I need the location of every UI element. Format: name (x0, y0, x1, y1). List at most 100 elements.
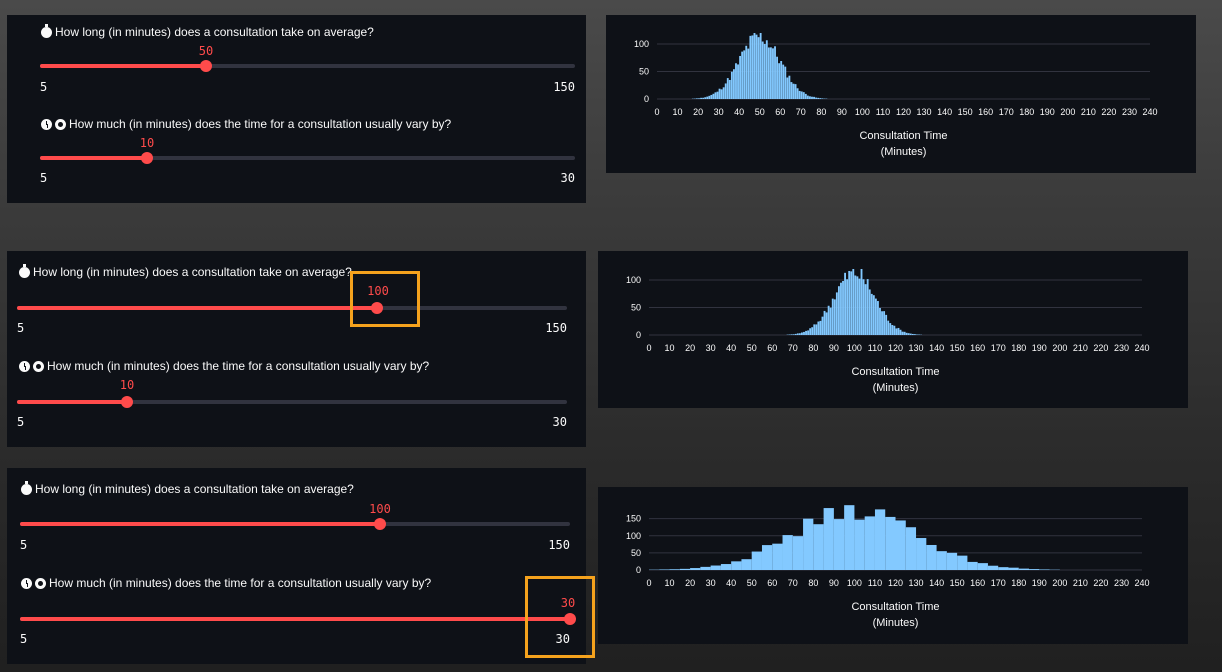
mean-slider-value: 50 (198, 44, 214, 58)
histogram-bar (916, 334, 918, 335)
mean-slider[interactable] (17, 302, 567, 314)
histogram-bar (796, 333, 799, 335)
histogram-bar (909, 333, 912, 335)
histogram-bar (817, 97, 820, 99)
mean-slider-max: 150 (548, 538, 570, 552)
histogram-bar (761, 41, 764, 99)
y-tick-label: 100 (634, 39, 649, 49)
x-tick-label: 110 (876, 107, 890, 117)
variation-slider-value: 10 (119, 378, 135, 392)
histogram-bar (901, 331, 904, 335)
x-tick-label: 60 (767, 343, 777, 353)
mean-slider-thumb[interactable] (199, 60, 212, 72)
histogram-bar (897, 327, 900, 335)
histogram-bar (1029, 569, 1040, 570)
histogram-bar (864, 516, 875, 570)
histogram-bar (905, 527, 917, 570)
histogram-bar (811, 327, 814, 335)
x-axis-unit: (Minutes) (881, 146, 927, 158)
histogram-bar (739, 55, 742, 99)
x-tick-label: 190 (1040, 107, 1055, 117)
x-tick-label: 90 (829, 578, 839, 588)
mean-slider-max: 150 (545, 321, 567, 335)
y-tick-label: 0 (636, 330, 641, 340)
histogram-bar (731, 561, 742, 570)
x-tick-label: 170 (991, 343, 1006, 353)
x-tick-label: 130 (909, 343, 924, 353)
x-tick-label: 50 (755, 107, 765, 117)
histogram-chart-2: 0 50 100 0 10 20 30 40 50 60 70 80 90 100 110 120 130 140… (626, 269, 1150, 394)
controls-panel-3: How long (in minutes) does a consultatio… (7, 468, 586, 664)
histogram-bar (659, 569, 670, 570)
histogram-bar (842, 281, 844, 335)
x-tick-label: 120 (888, 343, 903, 353)
x-tick-label: 180 (1011, 343, 1026, 353)
x-tick-label: 240 (1134, 343, 1149, 353)
variation-slider[interactable] (17, 396, 567, 408)
x-tick-label: 10 (665, 578, 675, 588)
x-tick-label: 40 (726, 578, 736, 588)
histogram-bar (755, 34, 758, 99)
x-tick-label: 100 (855, 107, 870, 117)
histogram-bar (852, 269, 855, 335)
histogram-bar (879, 307, 881, 335)
histogram-bar (903, 331, 906, 335)
x-axis-unit: (Minutes) (873, 617, 919, 629)
x-axis-label: Consultation Time (851, 366, 939, 378)
controls-panel-2: How long (in minutes) does a consultatio… (7, 251, 586, 447)
histogram-bar (786, 77, 789, 99)
x-tick-label: 90 (829, 343, 839, 353)
variation-slider-max: 30 (552, 415, 567, 429)
mean-slider[interactable] (40, 60, 575, 72)
histogram-bar (794, 333, 797, 335)
x-tick-label: 40 (726, 343, 736, 353)
y-tick-label: 100 (626, 275, 641, 285)
histogram-panel-2: 0 50 100 0 10 20 30 40 50 60 70 80 90 100 110 120 130 140… (598, 251, 1188, 408)
histogram-bar (767, 47, 770, 99)
y-tick-label: 50 (631, 303, 641, 313)
histogram-bar (926, 544, 937, 570)
histogram-bar (885, 314, 888, 335)
histogram-bar (819, 98, 822, 99)
y-tick-label: 150 (626, 514, 641, 524)
histogram-bar (809, 328, 812, 335)
histogram-bar (801, 332, 803, 335)
histogram-bar (696, 98, 698, 99)
histogram-panel-3: 0 50 100 150 0 10 20 30 40 50 60 70 80 90 100 110 120 130… (598, 487, 1188, 644)
histogram-bar (796, 88, 799, 99)
x-tick-label: 80 (816, 107, 826, 117)
histogram-bar (763, 44, 766, 99)
x-tick-label: 120 (896, 107, 911, 117)
x-tick-label: 190 (1032, 343, 1047, 353)
variation-slider-thumb[interactable] (121, 396, 133, 408)
histogram-bar (821, 98, 824, 99)
gear-icon (33, 360, 44, 372)
histogram-bar (998, 567, 1009, 570)
mean-slider-thumb[interactable] (374, 518, 387, 530)
clock-icon (21, 577, 32, 589)
variation-slider-value: 10 (139, 136, 155, 150)
x-tick-label: 160 (970, 578, 985, 588)
y-tick-label: 0 (644, 94, 649, 104)
histogram-bar (893, 325, 896, 335)
variation-slider[interactable] (20, 613, 576, 625)
gear-icon (35, 577, 46, 589)
histogram-bar (844, 505, 855, 570)
x-axis-label: Consultation Time (859, 130, 947, 142)
variation-slider[interactable] (40, 152, 575, 164)
histogram-bar (815, 97, 818, 99)
x-tick-label: 160 (970, 343, 985, 353)
x-tick-label: 160 (978, 107, 993, 117)
histogram-bar (710, 565, 721, 570)
x-tick-label: 220 (1101, 107, 1116, 117)
histogram-bar (733, 69, 735, 99)
histogram-bar (800, 91, 803, 99)
variation-slider-label: How much (in minutes) does the time for … (21, 576, 431, 590)
histogram-bar (708, 95, 711, 99)
mean-slider[interactable] (20, 518, 570, 530)
mean-slider-label: How long (in minutes) does a consultatio… (21, 480, 354, 496)
variation-slider-thumb[interactable] (141, 152, 153, 164)
x-tick-label: 50 (747, 578, 757, 588)
histogram-bar (883, 311, 886, 335)
x-tick-label: 170 (991, 578, 1006, 588)
